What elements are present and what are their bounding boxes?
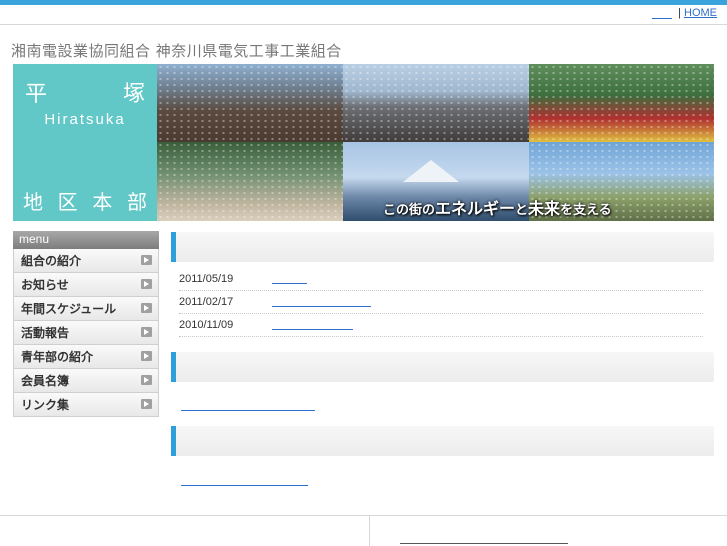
festival-photo [157, 64, 343, 142]
menu-item-about[interactable]: 組合の紹介 [13, 249, 159, 273]
slogan: この街のエネルギーと未来を支える [383, 199, 612, 218]
news-link[interactable] [272, 276, 307, 284]
menu-item-news[interactable]: お知らせ [13, 273, 159, 297]
section-link[interactable] [181, 409, 315, 411]
section-header-3 [171, 426, 714, 456]
news-date: 2011/02/17 [179, 296, 234, 308]
arrow-icon [141, 375, 152, 385]
news-row: 2010/11/09 [179, 315, 703, 337]
district-title-block: 平 塚 Hiratsuka 地 区 本 部 [13, 64, 157, 221]
news-date: 2011/05/19 [179, 273, 234, 285]
news-link[interactable] [272, 322, 353, 330]
header-divider [0, 24, 727, 25]
organization-names: 湘南電設業協同組合 神奈川県電気工事工業組合 [11, 42, 342, 60]
arrow-icon [141, 351, 152, 361]
menu-heading: menu [13, 231, 159, 249]
city-kanji: 平 塚 [25, 82, 145, 107]
menu-item-youth[interactable]: 青年部の紹介 [13, 345, 159, 369]
footer-underline [400, 543, 568, 544]
beach-tug-photo [343, 64, 529, 142]
district-kanji: 地 区 本 部 [23, 190, 147, 214]
menu-item-members[interactable]: 会員名簿 [13, 369, 159, 393]
pine-trees-photo [157, 142, 343, 221]
news-row: 2011/05/19 [179, 269, 703, 291]
top-link-separator: | [678, 7, 681, 19]
arrow-icon [141, 255, 152, 265]
footer [0, 515, 727, 546]
arrow-icon [141, 279, 152, 289]
news-date: 2010/11/09 [179, 319, 234, 331]
top-links: | HOME [652, 7, 717, 19]
footer-divider [369, 516, 370, 546]
menu-item-links[interactable]: リンク集 [13, 393, 159, 417]
section-header-news [171, 232, 714, 262]
side-menu: menu 組合の紹介 お知らせ 年間スケジュール 活動報告 青年部の紹介 会員名… [13, 231, 159, 417]
hero-banner: 平 塚 Hiratsuka 地 区 本 部 この街のエネルギーと未来を支える [13, 64, 714, 221]
top-link-unlabeled[interactable] [652, 8, 673, 19]
section-header-2 [171, 352, 714, 382]
arrow-icon [141, 303, 152, 313]
menu-item-activities[interactable]: 活動報告 [13, 321, 159, 345]
news-link[interactable] [272, 299, 371, 307]
section-link[interactable] [181, 484, 308, 486]
news-row: 2011/02/17 [179, 292, 703, 314]
arrow-icon [141, 399, 152, 409]
top-accent-bar [0, 0, 727, 5]
arrow-icon [141, 327, 152, 337]
tanabata-photo [529, 64, 714, 142]
city-roman: Hiratsuka [44, 111, 126, 128]
menu-item-schedule[interactable]: 年間スケジュール [13, 297, 159, 321]
home-link[interactable]: HOME [684, 7, 717, 19]
